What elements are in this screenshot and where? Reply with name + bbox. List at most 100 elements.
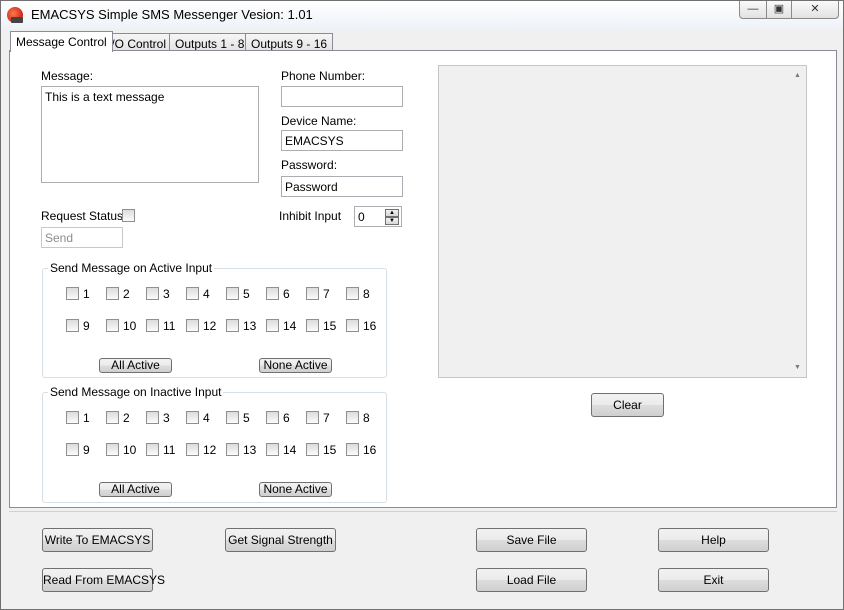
minimize-button[interactable]: — — [739, 1, 767, 19]
input-number: 15 — [323, 319, 337, 333]
checkbox[interactable] — [226, 443, 239, 456]
inhibit-input-spinner[interactable]: 0 ▲ ▼ — [354, 206, 402, 227]
send-input[interactable]: Send — [41, 227, 123, 248]
checkbox[interactable] — [66, 287, 79, 300]
checkbox[interactable] — [226, 287, 239, 300]
window-title: EMACSYS Simple SMS Messenger Vesion: 1.0… — [31, 7, 313, 22]
log-scrollbar[interactable]: ▲ ▼ — [789, 66, 806, 377]
checkbox[interactable] — [66, 411, 79, 424]
input-number: 15 — [323, 443, 337, 457]
active-all-active-button[interactable]: All Active — [99, 358, 172, 373]
message-log-area[interactable]: ▲ ▼ — [438, 65, 807, 378]
password-label: Password: — [281, 158, 338, 172]
checkbox[interactable] — [186, 443, 199, 456]
checkbox[interactable] — [266, 411, 279, 424]
input-number: 10 — [123, 443, 137, 457]
checkbox[interactable] — [186, 287, 199, 300]
close-button[interactable]: ✕ — [791, 1, 839, 19]
input-number: 1 — [83, 411, 90, 425]
scroll-up-icon[interactable]: ▲ — [794, 72, 801, 79]
input-number: 11 — [163, 319, 176, 333]
active-none-active-button[interactable]: None Active — [259, 358, 332, 373]
tab-outputs-1-8[interactable]: Outputs 1 - 8 — [169, 33, 251, 51]
input-number: 14 — [283, 443, 297, 457]
checkbox[interactable] — [146, 411, 159, 424]
checkbox[interactable] — [186, 319, 199, 332]
tab-outputs-9-16[interactable]: Outputs 9 - 16 — [245, 33, 334, 51]
scroll-down-icon[interactable]: ▼ — [794, 364, 801, 371]
phone-number-label: Phone Number: — [281, 69, 366, 83]
input-number: 8 — [363, 411, 370, 425]
message-textarea[interactable]: This is a text message — [41, 86, 259, 183]
checkbox[interactable] — [66, 443, 79, 456]
input-number: 2 — [123, 411, 130, 425]
checkbox[interactable] — [66, 319, 79, 332]
input-number: 4 — [203, 287, 210, 301]
checkbox[interactable] — [266, 287, 279, 300]
tab-message-control[interactable]: Message Control — [10, 31, 113, 52]
checkbox[interactable] — [106, 443, 119, 456]
checkbox[interactable] — [306, 287, 319, 300]
inactive-all-active-button[interactable]: All Active — [99, 482, 172, 497]
checkbox[interactable] — [306, 443, 319, 456]
get-signal-strength-button[interactable]: Get Signal Strength — [225, 528, 336, 552]
inhibit-input-label: Inhibit Input — [279, 209, 342, 223]
checkbox[interactable] — [146, 287, 159, 300]
checkbox[interactable] — [266, 443, 279, 456]
read-from-emacsys-button[interactable]: Read From EMACSYS — [42, 568, 165, 592]
write-to-emacsys-button[interactable]: Write To EMACSYS — [42, 528, 153, 552]
password-input[interactable]: Password — [281, 176, 403, 197]
exit-button[interactable]: Exit — [658, 568, 769, 592]
message-label: Message: — [41, 69, 94, 83]
inactive-input-group-title: Send Message on Inactive Input — [48, 385, 224, 399]
spin-up-icon[interactable]: ▲ — [385, 209, 399, 217]
input-number: 4 — [203, 411, 210, 425]
checkbox[interactable] — [146, 319, 159, 332]
load-file-button[interactable]: Load File — [476, 568, 587, 592]
input-number: 10 — [123, 319, 137, 333]
input-number: 2 — [123, 287, 130, 301]
checkbox[interactable] — [346, 411, 359, 424]
input-number: 3 — [163, 411, 170, 425]
input-number: 11 — [163, 443, 176, 457]
device-name-input[interactable]: EMACSYS — [281, 130, 403, 151]
checkbox[interactable] — [346, 443, 359, 456]
request-status-label: Request Status — [41, 209, 124, 223]
phone-number-input[interactable] — [281, 86, 403, 107]
input-number: 1 — [83, 287, 90, 301]
app-logo-icon — [7, 7, 23, 23]
save-file-button[interactable]: Save File — [476, 528, 587, 552]
active-input-group: Send Message on Active Input 1 2 3 4 5 6… — [42, 261, 387, 378]
clear-button[interactable]: Clear — [591, 393, 664, 417]
input-number: 13 — [243, 443, 257, 457]
input-number: 7 — [323, 411, 330, 425]
checkbox[interactable] — [226, 319, 239, 332]
input-number: 9 — [83, 443, 90, 457]
input-number: 5 — [243, 411, 250, 425]
checkbox[interactable] — [106, 287, 119, 300]
input-number: 6 — [283, 287, 290, 301]
bottom-button-bar: Write To EMACSYS Read From EMACSYS Get S… — [9, 511, 837, 606]
maximize-button[interactable]: ▣ — [766, 1, 792, 19]
checkbox[interactable] — [346, 287, 359, 300]
device-name-label: Device Name: — [281, 114, 357, 128]
checkbox[interactable] — [106, 411, 119, 424]
input-number: 3 — [163, 287, 170, 301]
checkbox[interactable] — [266, 319, 279, 332]
inactive-none-active-button[interactable]: None Active — [259, 482, 332, 497]
input-number: 14 — [283, 319, 297, 333]
input-number: 8 — [363, 287, 370, 301]
checkbox[interactable] — [306, 319, 319, 332]
input-number: 16 — [363, 443, 377, 457]
checkbox[interactable] — [306, 411, 319, 424]
help-button[interactable]: Help — [658, 528, 769, 552]
input-number: 12 — [203, 443, 217, 457]
checkbox[interactable] — [106, 319, 119, 332]
checkbox[interactable] — [346, 319, 359, 332]
checkbox[interactable] — [146, 443, 159, 456]
request-status-checkbox[interactable] — [122, 209, 135, 222]
spin-down-icon[interactable]: ▼ — [385, 217, 399, 225]
checkbox[interactable] — [226, 411, 239, 424]
checkbox[interactable] — [186, 411, 199, 424]
input-number: 7 — [323, 287, 330, 301]
